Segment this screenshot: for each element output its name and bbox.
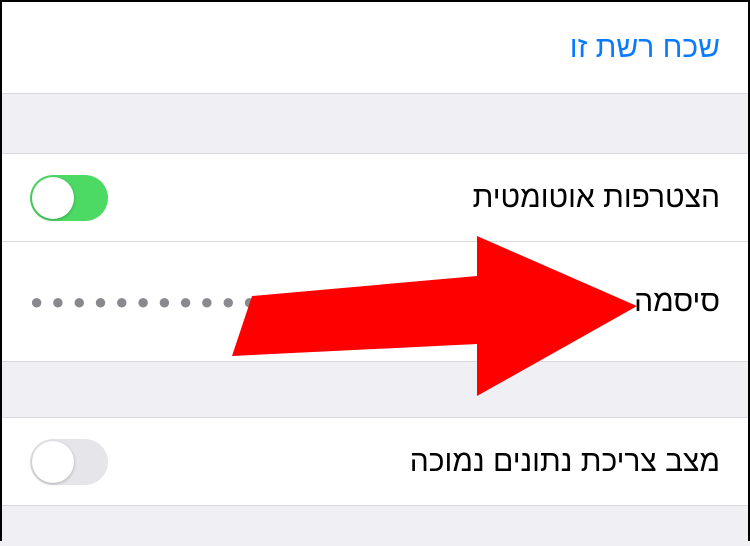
password-row[interactable]: סיסמה ●●●●●●●●●●●● xyxy=(2,242,748,362)
section-gap-2 xyxy=(2,362,748,418)
password-label: סיסמה xyxy=(634,285,720,319)
section-gap-1 xyxy=(2,94,748,154)
auto-join-toggle[interactable] xyxy=(30,175,108,221)
toggle-knob-icon xyxy=(32,177,74,219)
low-data-label: מצב צריכת נתונים נמוכה xyxy=(410,445,720,479)
section-gap-3 xyxy=(2,506,748,546)
toggle-knob-icon xyxy=(32,441,74,483)
forget-network-link[interactable]: שכח רשת זו xyxy=(570,31,720,65)
password-mask: ●●●●●●●●●●●● xyxy=(30,289,285,315)
auto-join-row: הצטרפות אוטומטית xyxy=(2,154,748,242)
low-data-row: מצב צריכת נתונים נמוכה xyxy=(2,418,748,506)
auto-join-label: הצטרפות אוטומטית xyxy=(473,181,720,215)
low-data-toggle[interactable] xyxy=(30,439,108,485)
forget-network-row[interactable]: שכח רשת זו xyxy=(2,2,748,94)
